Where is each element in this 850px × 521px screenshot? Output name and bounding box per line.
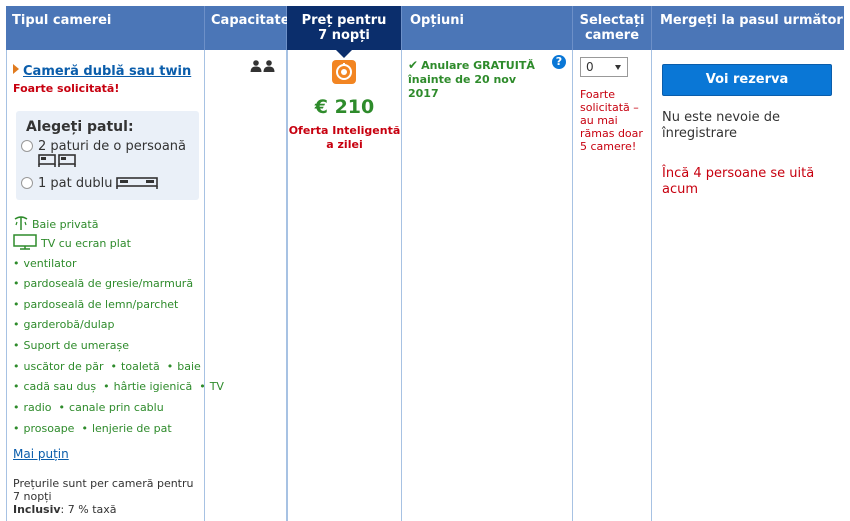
free-cancellation-text: Anulare GRATUITĂ înainte de 20 nov 2017 (408, 59, 535, 100)
facility-item: • ventilator (13, 257, 77, 270)
next-step-cell: Voi rezerva Nu este nevoie de înregistra… (652, 50, 844, 521)
facility-private-bath: Baie privată (13, 215, 98, 231)
bed-option-label: 1 pat dublu (38, 176, 113, 191)
bed-option-twin[interactable]: 2 paturi de o persoană (21, 139, 186, 172)
no-registration-text: Nu este nevoie de înregistrare (662, 110, 780, 141)
facility-flat-tv: TV cu ecran plat (13, 234, 131, 250)
tax-text: : 7 % taxă (60, 503, 117, 516)
demand-badge: Foarte solicitată! (13, 82, 120, 95)
header-capacity: Capacitate (205, 6, 290, 50)
facility-item: • uscător de păr • toaletă • baie (13, 360, 201, 373)
select-rooms-cell: 0 Foarte solicitată – au mai rămas doar … (573, 50, 652, 521)
radio-button[interactable] (21, 177, 33, 189)
header-room-type: Tipul camerei (6, 6, 205, 50)
facility-item: • pardoseală de lemn/parchet (13, 298, 179, 311)
header-select-rooms: Selectați camere (573, 6, 652, 50)
room-name: Cameră dublă sau twin (23, 64, 192, 79)
room-count-select[interactable]: 0 (580, 57, 628, 77)
facility-item: • cadă sau duș • hârtie igienică • TV (13, 380, 224, 393)
facility-item: • pardoseală de gresie/marmură (13, 277, 194, 290)
shower-icon (14, 216, 28, 230)
facility-item: • radio • canale prin cablu (13, 401, 164, 414)
included-label: Inclusiv (13, 503, 61, 516)
radio-button[interactable] (21, 140, 33, 152)
room-type-cell: Cameră dublă sau twin Foarte solicitată!… (6, 50, 224, 521)
reserve-button[interactable]: Voi rezerva (662, 64, 832, 96)
free-cancellation: ✔ Anulare GRATUITĂ înainte de 20 nov 2017 (408, 58, 548, 101)
options-cell: ✔ Anulare GRATUITĂ înainte de 20 nov 2017… (402, 50, 573, 521)
header-options: Opțiuni (402, 6, 573, 50)
capacity-cell (205, 50, 287, 521)
tv-icon (13, 234, 37, 250)
table-header: Tipul camerei Capacitate Preț pentru 7 n… (6, 6, 844, 58)
header-price-label: Preț pentru 7 nopți (301, 13, 387, 43)
info-icon[interactable]: ? (552, 55, 566, 69)
header-next-step: Mergeți la pasul următor (660, 13, 843, 28)
price-value: € 210 (314, 96, 375, 118)
header-price: Preț pentru 7 nopți (287, 6, 402, 58)
price-note-text: Prețurile sunt per cameră pentru 7 nopți (13, 477, 194, 503)
single-beds-icon (38, 154, 76, 167)
room-name-link[interactable]: Cameră dublă sau twin (13, 64, 191, 79)
room-count-value: 0 (586, 60, 594, 74)
availability-note: Foarte solicitată – au mai rămas doar 5 … (580, 88, 643, 153)
people-watching-text: Încă 4 persoane se uită acum (662, 166, 815, 197)
bed-choice-title: Alegeți patul: (26, 119, 134, 135)
room-table: Tipul camerei Capacitate Preț pentru 7 n… (6, 6, 844, 521)
double-bed-icon (116, 177, 159, 189)
smart-deal-icon (332, 60, 356, 84)
person-icon (250, 60, 275, 72)
bed-option-double[interactable]: 1 pat dublu (21, 176, 159, 191)
facility-item: • garderobă/dulap (13, 318, 115, 331)
price-note: Prețurile sunt per cameră pentru 7 nopți… (13, 477, 203, 516)
facility-item: • prosoape • lenjerie de pat (13, 422, 172, 435)
show-less-link[interactable]: Mai puțin (13, 447, 69, 461)
bed-option-label: 2 paturi de o persoană (38, 139, 187, 154)
facility-item: • Suport de umerașe (13, 339, 129, 352)
triangle-bullet-icon (13, 64, 19, 74)
two-persons-icon (205, 60, 286, 75)
price-cell: € 210 Oferta Inteligentă a zilei (287, 50, 402, 521)
bed-choice-box: Alegeți patul: 2 paturi de o persoană 1 … (16, 111, 199, 200)
smart-offer-label: Oferta Inteligentă a zilei (288, 124, 401, 151)
check-icon: ✔ (408, 58, 419, 72)
chevron-down-icon (615, 65, 621, 70)
